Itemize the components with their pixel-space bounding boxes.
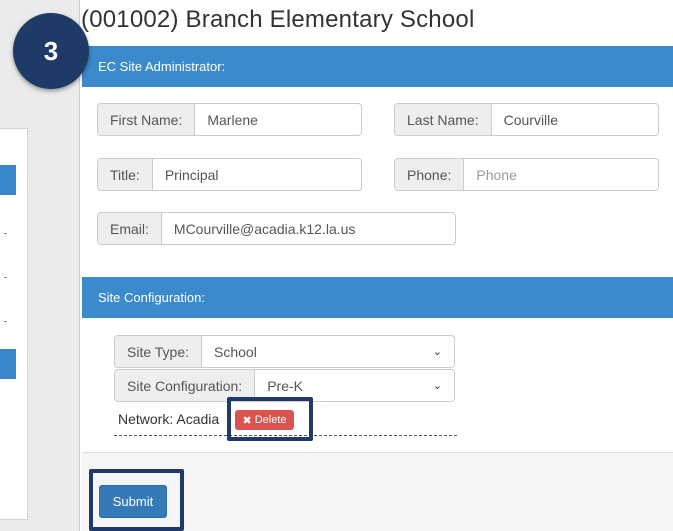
background-header-bar [0,349,16,379]
background-tick [4,277,7,278]
background-header-bar [0,165,16,195]
first-name-input[interactable]: Marlene [195,104,361,135]
phone-label: Phone: [395,159,465,190]
last-name-label: Last Name: [395,104,492,135]
chevron-down-icon: ⌄ [432,346,442,358]
site-configuration-value: Pre-K [267,377,303,394]
site-type-field: Site Type: School ⌄ [114,335,455,368]
submit-highlight-box [89,469,184,531]
step-number-badge: 3 [13,13,89,89]
background-tick [4,321,7,322]
admin-section-heading: EC Site Administrator: [82,46,673,87]
page-title: (001002) Branch Elementary School [81,6,475,33]
first-name-label: First Name: [98,104,196,135]
chevron-down-icon: ⌄ [432,380,442,392]
email-input[interactable]: MCourville@acadia.k12.la.us [162,213,455,244]
config-section-heading: Site Configuration: [82,277,673,318]
site-form-window: (001002) Branch Elementary School EC Sit… [79,0,673,531]
network-label: Network: Acadia [118,411,220,427]
first-name-field: First Name: Marlene [97,103,362,136]
phone-field: Phone: Phone [394,158,659,191]
title-label: Title: [98,159,153,190]
delete-highlight-box [227,397,313,441]
phone-input[interactable]: Phone [464,159,658,190]
title-field: Title: Principal [97,158,362,191]
title-input[interactable]: Principal [153,159,361,190]
last-name-field: Last Name: Courville [394,103,659,136]
background-window-panel [0,128,28,520]
background-tick [4,233,7,234]
site-type-value: School [214,343,257,360]
site-type-label: Site Type: [115,336,203,367]
site-type-select[interactable]: School ⌄ [202,336,454,367]
email-label: Email: [98,213,162,244]
last-name-input[interactable]: Courville [492,104,658,135]
email-field: Email: MCourville@acadia.k12.la.us [97,212,456,245]
